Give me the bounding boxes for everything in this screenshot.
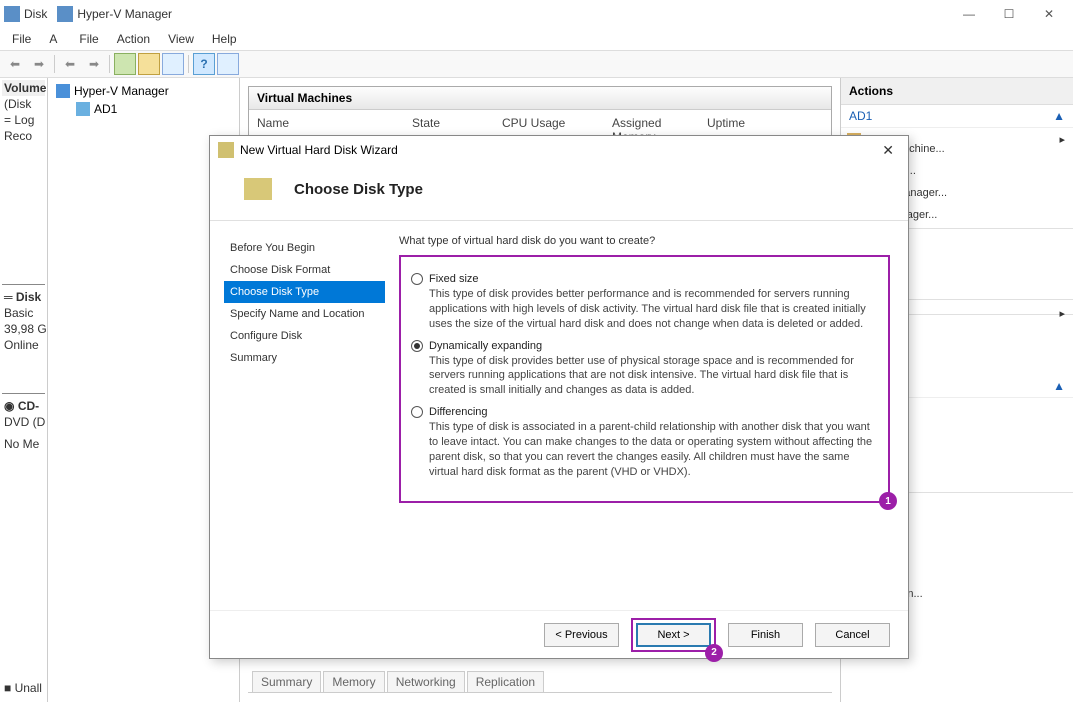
back-icon-2[interactable]: ⬅ — [59, 53, 81, 75]
tree-child-label: AD1 — [94, 102, 117, 116]
option-dynamic[interactable]: Dynamically expanding — [411, 340, 878, 352]
toolbar: ⬅ ➡ ⬅ ➡ ? — [0, 50, 1073, 78]
tree-child-ad1[interactable]: AD1 — [52, 100, 235, 118]
menu-view[interactable]: View — [160, 30, 202, 48]
previous-button[interactable]: < Previous — [544, 623, 619, 647]
tree-root-label: Hyper-V Manager — [74, 84, 169, 98]
wizard-content: What type of virtual hard disk do you wa… — [385, 221, 908, 610]
title-bar: Disk Hyper-V Manager — ☐ ✕ — [0, 0, 1073, 28]
wizard-heading: Choose Disk Type — [294, 181, 423, 198]
volume-header: Volume — [2, 80, 45, 96]
app-title-1: Disk — [24, 7, 47, 21]
radio-fixed-size[interactable] — [411, 273, 423, 285]
label-dynamic: Dynamically expanding — [429, 340, 542, 352]
option-differencing[interactable]: Differencing — [411, 406, 878, 418]
label-fixed-size: Fixed size — [429, 273, 479, 285]
unallocated-label: ■ Unall — [2, 680, 44, 696]
step-specify-name-location[interactable]: Specify Name and Location — [224, 303, 385, 325]
forward-icon-2[interactable]: ➡ — [83, 53, 105, 75]
wizard-title: New Virtual Hard Disk Wizard — [240, 143, 398, 157]
tabstrip: Summary Memory Networking Replication — [248, 671, 832, 693]
wizard-steps: Before You Begin Choose Disk Format Choo… — [210, 221, 385, 610]
reco-row[interactable]: Reco — [2, 128, 45, 144]
next-highlight: Next > 2 — [631, 618, 716, 652]
radio-dynamic[interactable] — [411, 340, 423, 352]
step-before-you-begin[interactable]: Before You Begin — [224, 237, 385, 259]
step-choose-disk-type[interactable]: Choose Disk Type — [224, 281, 385, 303]
desc-fixed-size: This type of disk provides better perfor… — [429, 287, 878, 332]
menu-help[interactable]: Help — [204, 30, 245, 48]
option-fixed-size[interactable]: Fixed size — [411, 273, 878, 285]
disk-panel: Volume (Disk = Log Reco ═ Disk Basic 39,… — [0, 78, 48, 702]
back-icon[interactable]: ⬅ — [4, 53, 26, 75]
wizard-titlebar: New Virtual Hard Disk Wizard ✕ — [210, 136, 908, 164]
menu-file-1[interactable]: File — [4, 30, 39, 48]
maximize-button[interactable]: ☐ — [989, 0, 1029, 28]
hyperv-manager-icon — [56, 84, 70, 98]
label-differencing: Differencing — [429, 406, 488, 418]
menu-action[interactable]: Action — [109, 30, 158, 48]
step-summary[interactable]: Summary — [224, 347, 385, 369]
vm-header: Virtual Machines — [249, 87, 831, 110]
next-button[interactable]: Next > — [636, 623, 711, 647]
wizard-dialog: New Virtual Hard Disk Wizard ✕ Choose Di… — [209, 135, 909, 659]
collapse-icon[interactable]: ▲ — [1053, 109, 1065, 123]
basic-label: Basic — [2, 305, 45, 321]
tree-root[interactable]: Hyper-V Manager — [52, 82, 235, 100]
menu-bar: File A File Action View Help — [0, 28, 1073, 50]
tab-memory[interactable]: Memory — [323, 671, 384, 692]
tab-networking[interactable]: Networking — [387, 671, 465, 692]
wizard-buttons: < Previous Next > 2 Finish Cancel — [210, 610, 908, 658]
step-configure-disk[interactable]: Configure Disk — [224, 325, 385, 347]
wizard-title-icon — [218, 142, 234, 158]
show-hide-icon[interactable] — [114, 53, 136, 75]
dvd-label: DVD (D — [2, 414, 45, 430]
disk-wizard-icon — [244, 178, 272, 200]
badge-2: 2 — [705, 644, 723, 662]
finish-button[interactable]: Finish — [728, 623, 803, 647]
step-choose-disk-format[interactable]: Choose Disk Format — [224, 259, 385, 281]
disk0-label: ═ Disk — [2, 289, 45, 305]
nomedia-label: No Me — [2, 436, 45, 452]
disk-mgmt-icon — [4, 6, 20, 22]
server-icon — [76, 102, 90, 116]
close-button[interactable]: ✕ — [1029, 0, 1069, 28]
actions-subheader[interactable]: AD1 ▲ — [841, 105, 1073, 128]
app-title-2: Hyper-V Manager — [77, 7, 172, 21]
online-label: Online — [2, 337, 45, 353]
properties-icon[interactable] — [138, 53, 160, 75]
wizard-close-icon[interactable]: ✕ — [876, 140, 900, 161]
actions-header: Actions — [841, 78, 1073, 105]
tab-summary[interactable]: Summary — [252, 671, 321, 692]
minimize-button[interactable]: — — [949, 0, 989, 28]
desc-differencing: This type of disk is associated in a par… — [429, 420, 878, 479]
actions-sub-label: AD1 — [849, 109, 872, 123]
collapse-icon-2[interactable]: ▲ — [1053, 379, 1065, 393]
hyperv-icon — [57, 6, 73, 22]
menu-file-2[interactable]: File — [71, 30, 106, 48]
refresh-icon[interactable] — [217, 53, 239, 75]
help-icon[interactable]: ? — [193, 53, 215, 75]
size-label: 39,98 G — [2, 321, 45, 337]
log-row[interactable]: = Log — [2, 112, 45, 128]
cd-label: ◉ CD- — [2, 398, 45, 414]
desc-dynamic: This type of disk provides better use of… — [429, 354, 878, 399]
wizard-question: What type of virtual hard disk do you wa… — [399, 235, 890, 247]
disk-row[interactable]: (Disk — [2, 96, 45, 112]
menu-a[interactable]: A — [41, 30, 65, 48]
highlight-box-1: Fixed size This type of disk provides be… — [399, 255, 890, 503]
badge-1: 1 — [879, 492, 897, 510]
radio-differencing[interactable] — [411, 406, 423, 418]
forward-icon[interactable]: ➡ — [28, 53, 50, 75]
list-icon[interactable] — [162, 53, 184, 75]
cancel-button[interactable]: Cancel — [815, 623, 890, 647]
wizard-header: Choose Disk Type — [210, 164, 908, 220]
tab-replication[interactable]: Replication — [467, 671, 544, 692]
